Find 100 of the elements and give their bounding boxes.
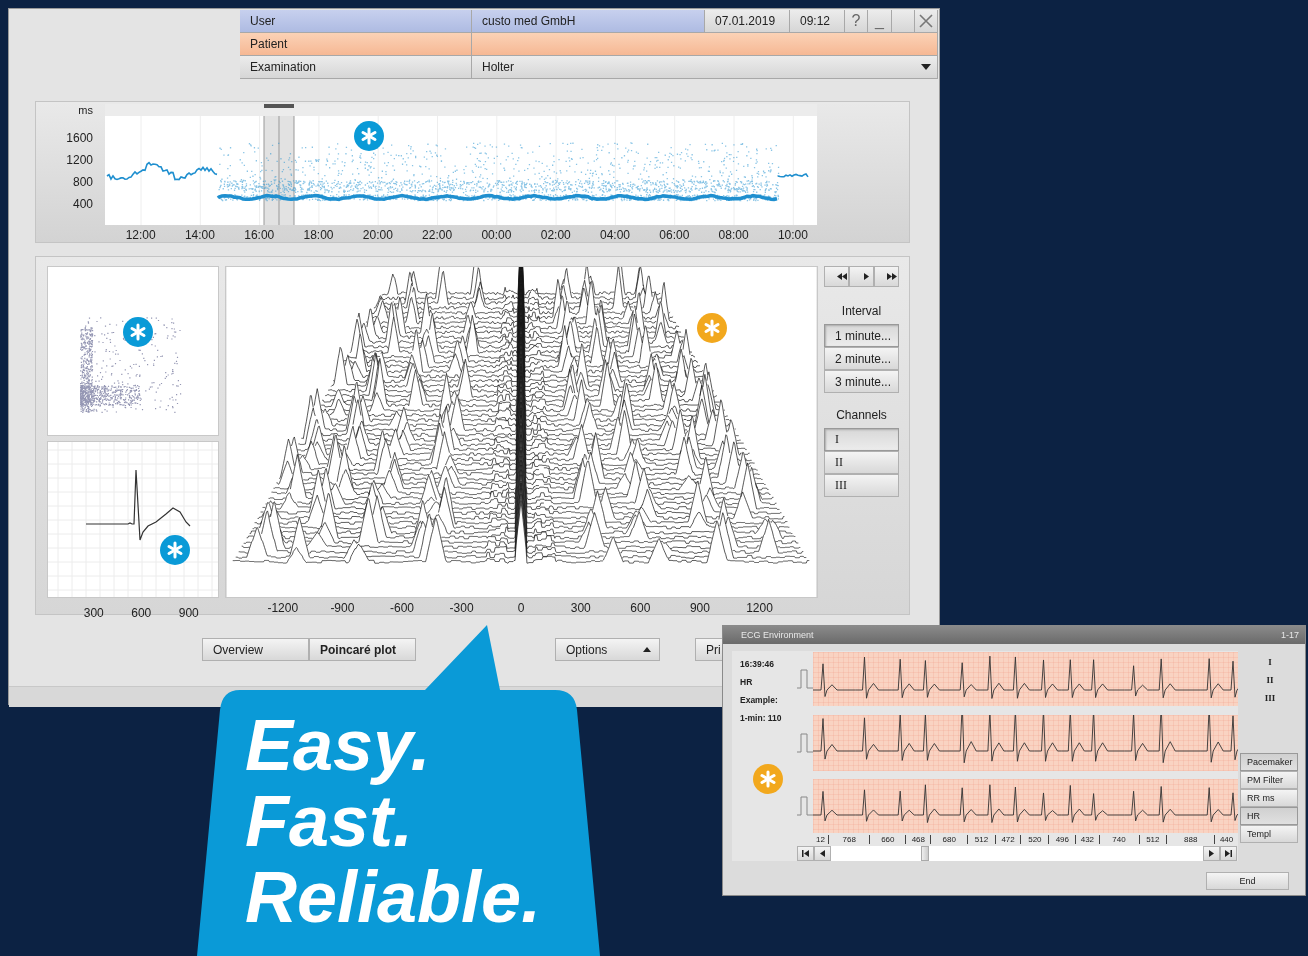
calibration-pulse-icon <box>796 796 813 816</box>
axis-tick-label: 08:00 <box>717 228 750 242</box>
time-scrollbar[interactable] <box>105 104 817 116</box>
info-text: 1-min: 110 <box>740 712 783 725</box>
axis-tick-label: 18:00 <box>302 228 335 242</box>
rr-interval-label: 680 <box>930 835 968 844</box>
interval-button[interactable]: 2 minute... <box>824 347 899 370</box>
rr-interval-label: 512 <box>1138 835 1167 844</box>
axis-tick-label: -600 <box>388 601 415 615</box>
axis-tick-label: 600 <box>629 601 652 615</box>
axis-tick-label: 0 <box>516 601 526 615</box>
right-arrow-icon <box>1208 850 1214 857</box>
scrollbar-thumb[interactable] <box>920 846 929 861</box>
patient-field[interactable] <box>472 33 938 56</box>
end-button[interactable]: End <box>1206 872 1289 890</box>
rr-interval-label: 472 <box>994 835 1021 844</box>
interval-button[interactable]: 3 minute... <box>824 370 899 393</box>
interval-button[interactable]: 1 minute... <box>824 324 899 347</box>
rr-interval-label: 740 <box>1098 835 1139 844</box>
close-button[interactable] <box>915 10 938 33</box>
axis-tick-label: 16:00 <box>243 228 276 242</box>
window-title: ECG Environment <box>741 630 814 640</box>
axis-tick-label: 1200 <box>65 152 93 169</box>
date-text: 07.01.2019 <box>705 10 790 33</box>
axis-tick-label: -900 <box>329 601 356 615</box>
user-label: User <box>240 10 472 33</box>
axis-tick-label: 1600 <box>65 130 93 147</box>
axis-tick-label: 20:00 <box>361 228 394 242</box>
axis-tick-label: 14:00 <box>183 228 216 242</box>
rr-interval-label: 520 <box>1020 835 1049 844</box>
rr-interval-label: 496 <box>1048 835 1076 844</box>
tab-button[interactable]: Overview <box>202 638 309 661</box>
rr-interval-label: 888 <box>1166 835 1215 844</box>
play-icon <box>864 273 869 280</box>
toggle-button[interactable]: PM Filter <box>1240 771 1298 789</box>
print-button[interactable]: Pri <box>695 638 724 661</box>
toggle-button[interactable]: RR ms <box>1240 789 1298 807</box>
section-label: Interval <box>840 304 883 318</box>
rr-interval-label: 768 <box>827 835 870 844</box>
first-button[interactable] <box>796 846 814 861</box>
axis-tick-label: 22:00 <box>421 228 454 242</box>
page-indicator: 1-17 <box>1281 630 1299 640</box>
axis-tick-label: -1200 <box>266 601 300 615</box>
caret-icon <box>921 64 931 70</box>
rr-interval-label: 432 <box>1075 835 1099 844</box>
axis-tick-label: 900 <box>688 601 711 615</box>
toggle-button[interactable]: HR <box>1240 807 1298 825</box>
axis-tick-label: 600 <box>130 606 153 620</box>
rewind-button[interactable] <box>824 266 849 287</box>
calibration-pulse-icon <box>796 733 813 753</box>
axis-tick-label: 12:00 <box>124 228 157 242</box>
info-text: HR <box>740 676 754 689</box>
fast-forward-icon <box>886 273 897 280</box>
rr-interval-label: 440 <box>1214 835 1238 844</box>
toggle-button[interactable]: Templ <box>1240 825 1298 843</box>
axis-tick-label: 06:00 <box>658 228 691 242</box>
axis-tick-label: 02:00 <box>539 228 572 242</box>
axis-tick-label: 400 <box>71 196 93 213</box>
minimize-button[interactable]: _ <box>868 10 892 33</box>
lead-label: II <box>1265 674 1275 687</box>
axis-tick-label: 900 <box>177 606 200 620</box>
lead-label: I <box>1267 656 1273 669</box>
axis-tick-label: 10:00 <box>776 228 809 242</box>
examination-label: Examination <box>240 56 472 79</box>
axis-tick-label: 800 <box>71 174 93 191</box>
rr-interval-label: 12 <box>815 835 826 844</box>
rr-interval-label: 468 <box>905 835 931 844</box>
selection-window[interactable] <box>263 115 295 225</box>
fast-forward-button[interactable] <box>874 266 899 287</box>
info-text: Example: <box>740 694 779 707</box>
slogan-text: Easy. <box>245 707 432 783</box>
toggle-button[interactable]: Pacemaker <box>1240 753 1298 771</box>
options-button[interactable]: Options <box>555 638 660 661</box>
axis-tick-label: 300 <box>569 601 592 615</box>
info-text: 16:39:46 <box>740 658 776 671</box>
axis-tick-label: 1200 <box>745 601 774 615</box>
lead-label: III <box>1263 692 1277 705</box>
examination-dropdown[interactable]: Holter <box>472 56 938 79</box>
axis-tick-label: 00:00 <box>480 228 513 242</box>
rewind-icon <box>836 273 847 280</box>
patient-label: Patient <box>240 33 472 56</box>
axis-unit-label: ms <box>77 104 93 116</box>
time-text: 09:12 <box>790 10 845 33</box>
play-button[interactable] <box>849 266 874 287</box>
axis-tick-label: 300 <box>82 606 105 620</box>
slogan-text: Reliable. <box>245 859 542 935</box>
section-label: Channels <box>835 408 888 422</box>
calibration-pulse-icon <box>796 669 813 689</box>
channel-button[interactable]: I <box>824 428 899 451</box>
channel-button[interactable]: II <box>824 451 899 474</box>
axis-tick-label: -300 <box>448 601 475 615</box>
close-icon <box>919 14 933 28</box>
channel-button[interactable]: III <box>824 474 899 497</box>
rr-interval-label: 660 <box>869 835 906 844</box>
skip-end-icon <box>1224 850 1232 857</box>
help-button[interactable]: ? <box>845 10 868 33</box>
left-arrow-icon <box>819 850 825 857</box>
user-value: custo med GmbH <box>472 10 705 33</box>
axis-tick-label: 04:00 <box>599 228 632 242</box>
tab-button[interactable]: Poincaré plot <box>309 638 416 661</box>
